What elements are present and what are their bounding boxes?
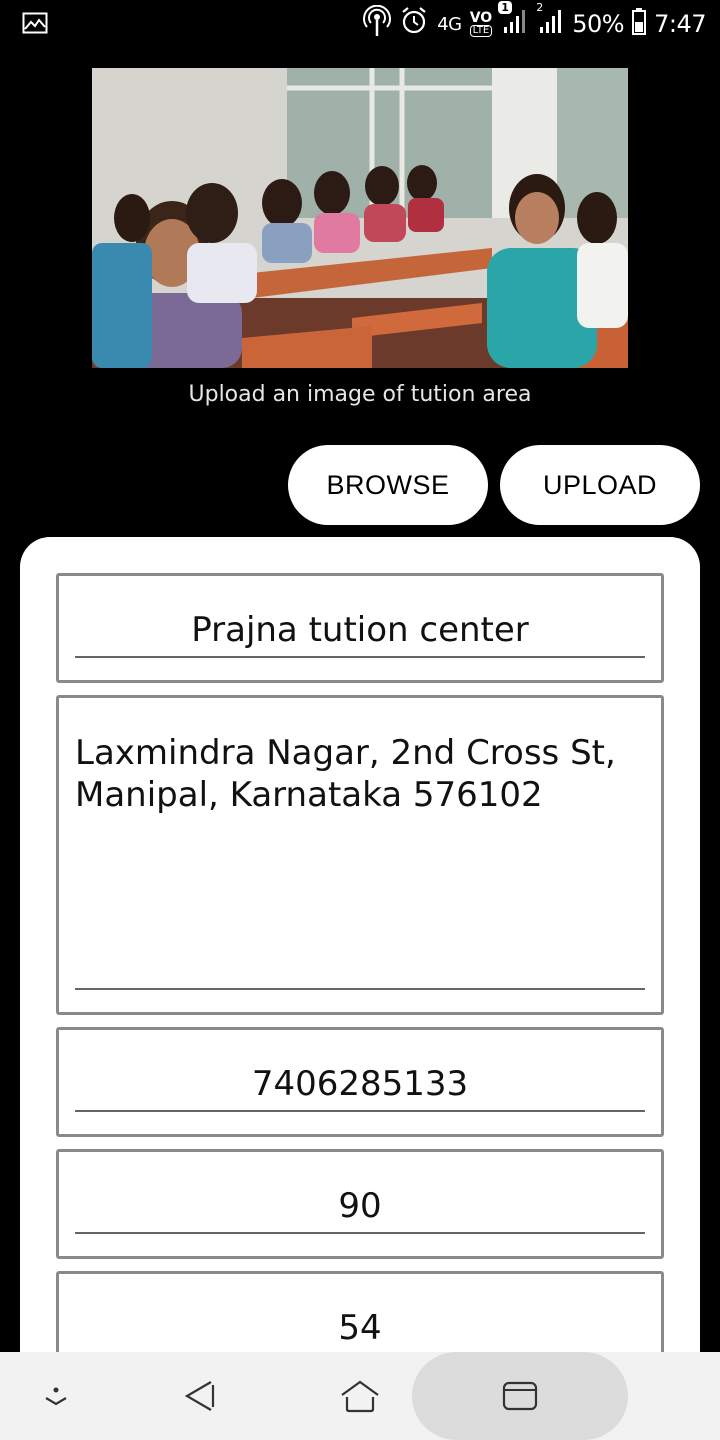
browse-button[interactable]: BROWSE — [288, 445, 488, 525]
address-line-1: Laxmindra Nagar, 2nd Cross St, — [75, 733, 616, 773]
upload-caption: Upload an image of tution area — [188, 382, 532, 407]
tuition-area-photo — [92, 68, 628, 368]
field-underline — [75, 656, 645, 658]
upload-button[interactable]: UPLOAD — [500, 445, 700, 525]
navigation-bar — [0, 1352, 720, 1440]
tuition-name-field[interactable]: Prajna tution center — [56, 573, 664, 683]
status-bar: 4G VO LTE 1 2 50% 7:47 — [0, 0, 720, 48]
battery-icon — [632, 7, 647, 41]
address-value: Laxmindra Nagar, 2nd Cross St, Manipal, … — [75, 732, 645, 816]
numeric-field-2-value: 54 — [338, 1308, 382, 1348]
address-field[interactable]: Laxmindra Nagar, 2nd Cross St, Manipal, … — [56, 695, 664, 1015]
field-underline — [75, 1232, 645, 1234]
tuition-name-value: Prajna tution center — [191, 610, 529, 650]
clock: 7:47 — [654, 10, 706, 38]
alarm-icon — [399, 6, 429, 42]
home-icon[interactable] — [320, 1352, 400, 1440]
back-icon[interactable] — [160, 1352, 240, 1440]
sim1-signal-icon: 1 — [498, 1, 528, 41]
recents-icon[interactable] — [480, 1352, 560, 1440]
volte-icon: VO LTE — [469, 10, 493, 37]
numeric-field-1[interactable]: 90 — [56, 1149, 664, 1259]
notification-down-icon[interactable] — [16, 1352, 96, 1440]
address-line-2: Manipal, Karnataka 576102 — [75, 775, 543, 815]
hotspot-icon — [363, 4, 392, 43]
numeric-field-1-value: 90 — [338, 1186, 382, 1226]
sim2-signal-icon: 2 — [536, 1, 564, 41]
field-underline — [75, 988, 645, 990]
phone-field[interactable]: 7406285133 — [56, 1027, 664, 1137]
gallery-notification-icon — [22, 12, 48, 38]
battery-percent: 50% — [572, 10, 625, 38]
network-type: 4G — [437, 13, 462, 35]
phone-value: 7406285133 — [251, 1064, 469, 1104]
field-underline — [75, 1110, 645, 1112]
